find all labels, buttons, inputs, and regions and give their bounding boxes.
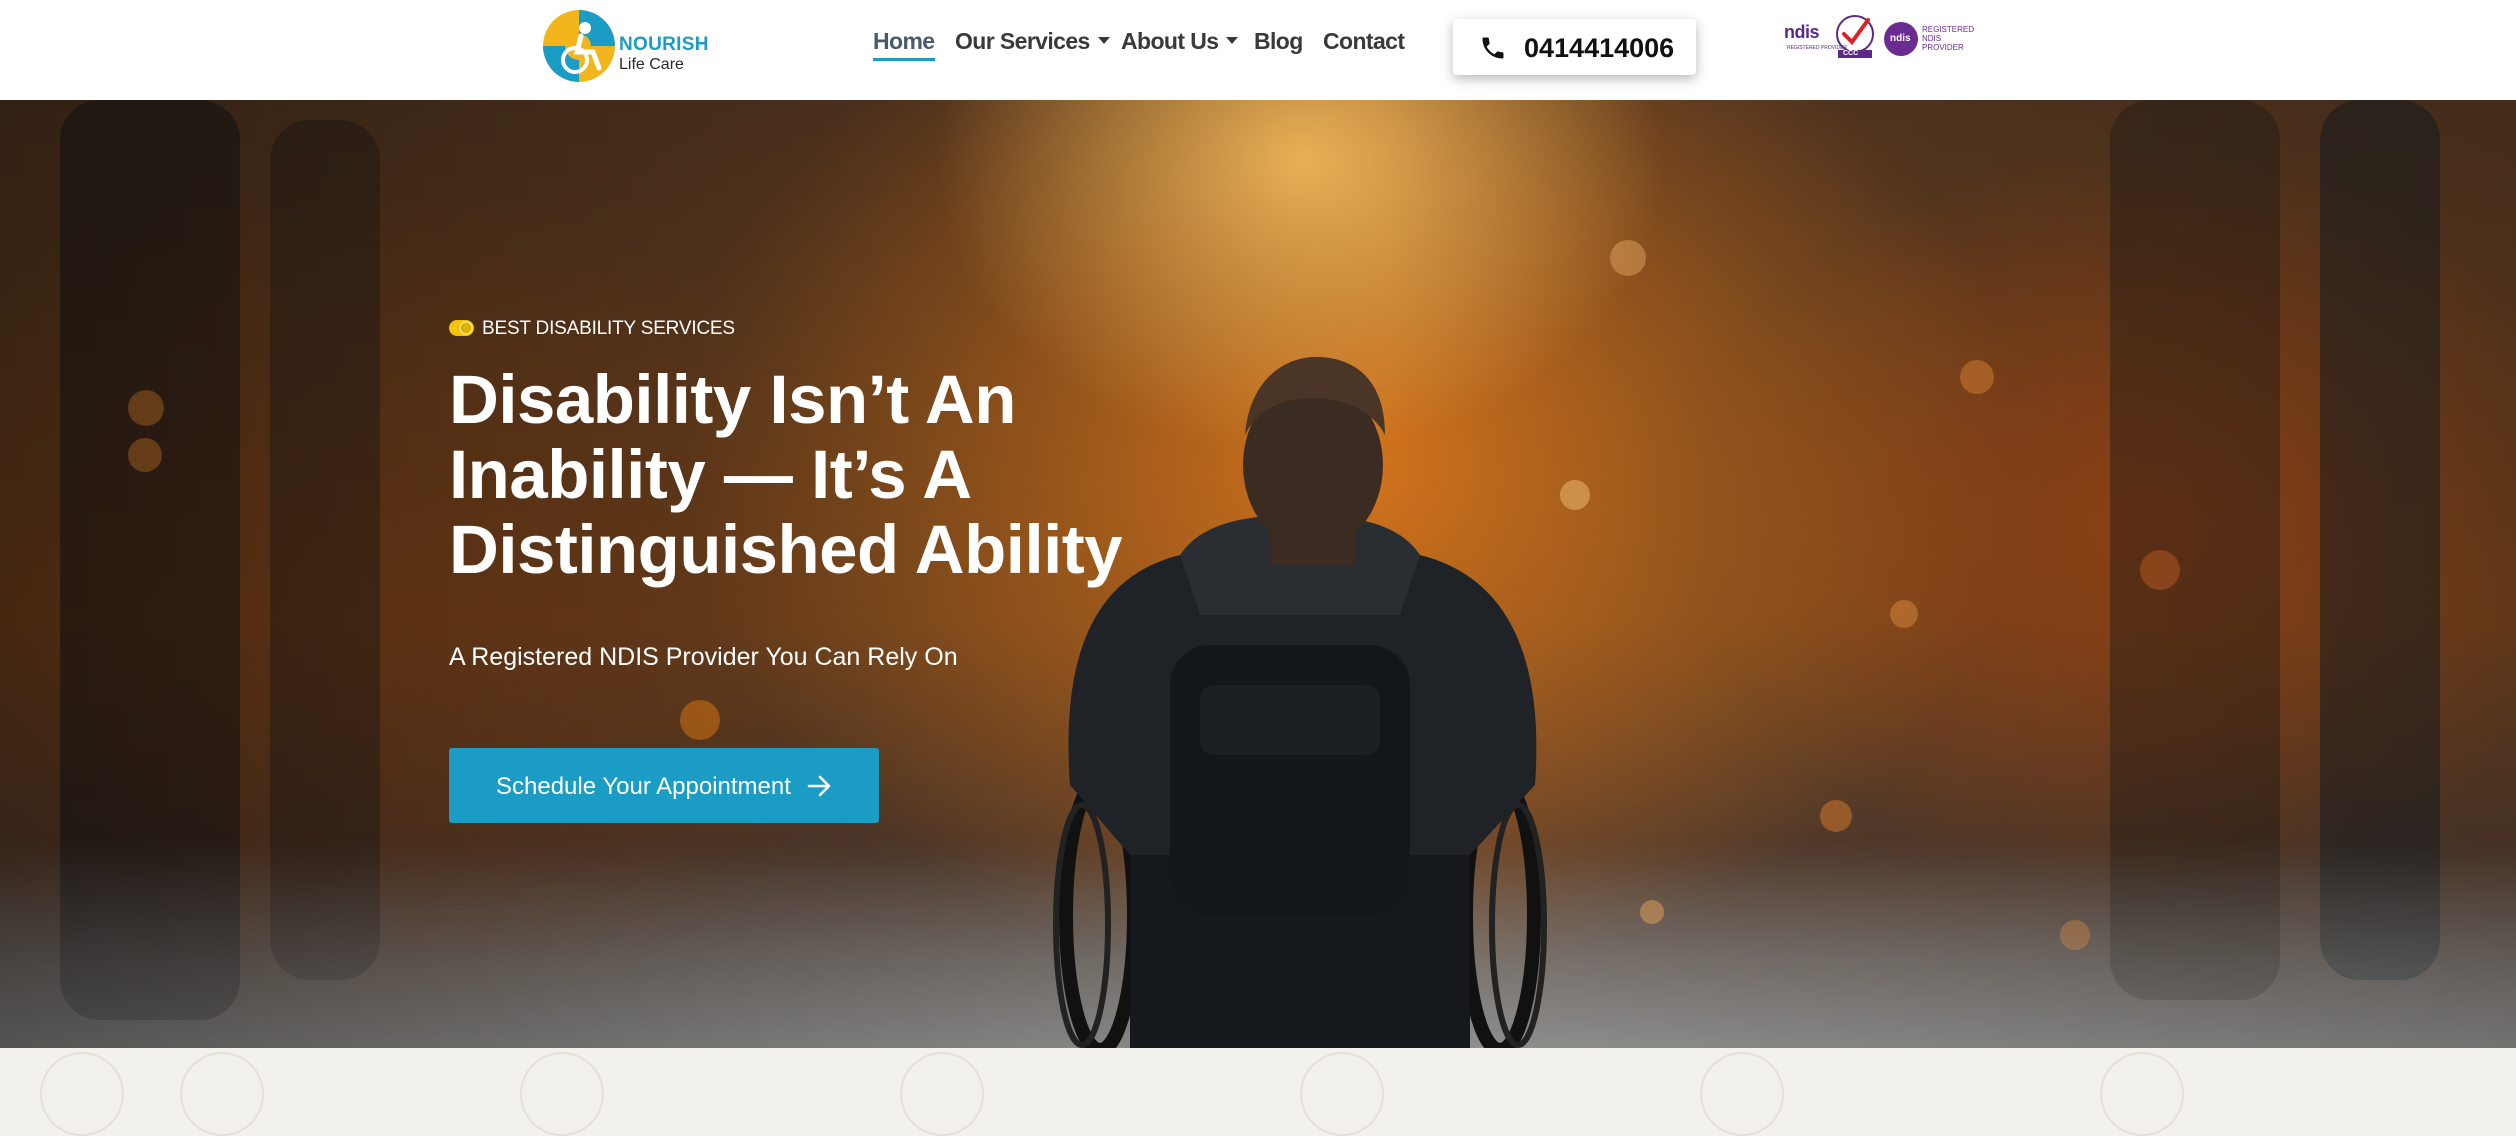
- phone-number: 0414414006: [1524, 33, 1675, 63]
- logo-mark-icon: [543, 10, 615, 82]
- heart-ndis-icon: ndis: [1884, 22, 1918, 56]
- reg-badge-text: REGISTERED NDIS PROVIDER: [1922, 25, 1975, 52]
- nav-about-us[interactable]: About Us: [1121, 28, 1239, 55]
- decorative-pattern: [520, 1052, 604, 1136]
- hero-subheading: A Registered NDIS Provider You Can Rely …: [449, 643, 958, 671]
- chevron-down-icon: [1226, 37, 1239, 45]
- ccc-badge-text: CCC: [1843, 50, 1859, 57]
- ndis-registered-badge: ndis REGISTERED PROVIDER: [1782, 20, 1847, 56]
- accreditation-badges: ndis REGISTERED PROVIDER CCC ndis REGIST…: [1782, 10, 1974, 62]
- decorative-pattern: [900, 1052, 984, 1136]
- nav-our-services[interactable]: Our Services: [955, 28, 1110, 55]
- nav-contact[interactable]: Contact: [1323, 28, 1405, 55]
- decorative-pattern: [1700, 1052, 1784, 1136]
- nav-about-us-label: About Us: [1121, 28, 1219, 54]
- next-section: [0, 1048, 2516, 1136]
- hero-headline-line-3: Distinguished Ability: [449, 511, 1123, 588]
- hero-eyebrow-text: BEST DISABILITY SERVICES: [482, 318, 735, 339]
- nav-home[interactable]: Home: [873, 28, 935, 61]
- decorative-pattern: [2100, 1052, 2184, 1136]
- hero-section: BEST DISABILITY SERVICES Disability Isn’…: [0, 100, 2516, 1048]
- site-header: NOURISH Life Care Home Our Services Abou…: [0, 0, 2516, 100]
- ccc-badge: CCC: [1834, 12, 1876, 60]
- hero-headline-line-2: Inability — It’s A: [449, 436, 972, 513]
- reg-badge-ndis-text: ndis: [1890, 33, 1911, 44]
- nav-blog[interactable]: Blog: [1254, 28, 1303, 55]
- phone-icon: [1482, 37, 1504, 59]
- hero-headline: Disability Isn’t An Inability — It’s A D…: [449, 362, 1249, 587]
- i-love-ndis-badge: ndis REGISTERED NDIS PROVIDER: [1884, 22, 1974, 58]
- ndis-badge-text: ndis: [1784, 22, 1820, 42]
- hero-headline-line-1: Disability Isn’t An: [449, 361, 1016, 438]
- decorative-pattern: [180, 1052, 264, 1136]
- cta-label: Schedule Your Appointment: [496, 773, 791, 800]
- logo-subtitle: Life Care: [619, 56, 684, 73]
- chevron-down-icon: [1097, 37, 1110, 45]
- site-logo[interactable]: NOURISH Life Care: [541, 8, 721, 88]
- schedule-appointment-button[interactable]: Schedule Your Appointment: [449, 748, 879, 823]
- decorative-pattern: [1300, 1052, 1384, 1136]
- logo-name: NOURISH: [619, 34, 709, 55]
- nav-our-services-label: Our Services: [955, 28, 1090, 54]
- toggle-dot-icon: [449, 320, 474, 336]
- decorative-pattern: [40, 1052, 124, 1136]
- phone-button[interactable]: 0414414006: [1453, 19, 1696, 75]
- arrow-right-icon: [807, 775, 831, 797]
